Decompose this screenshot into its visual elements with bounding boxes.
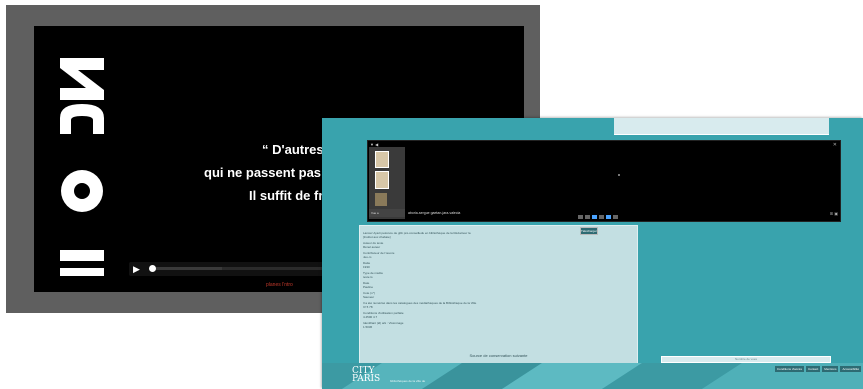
- metadata-line: Sauveur: [363, 295, 375, 299]
- player-controls: ▶: [129, 262, 329, 276]
- viewer-caption: aboria-sergue gaetan-jara-valecia: [408, 211, 461, 215]
- page-indicator[interactable]: [592, 215, 597, 219]
- metadata-line: 1930: [363, 265, 370, 269]
- seek-bar[interactable]: [151, 267, 329, 270]
- next-page-button[interactable]: [599, 215, 604, 219]
- thumbnail-page[interactable]: [375, 193, 387, 206]
- metadata-line: Rénel auteur: [363, 245, 381, 249]
- metadata-line: Il a été numérisé dans les catalogues de…: [363, 301, 477, 305]
- metadata-panel: Lancez Ayazi pelocure de gbb pré-conseil…: [359, 225, 638, 365]
- last-page-button[interactable]: [613, 215, 618, 219]
- metadata-line: 1.5036: [363, 325, 373, 329]
- red-caption: planes l'ntro: [266, 282, 293, 288]
- metadata-line: Pauline: [363, 285, 374, 289]
- play-icon[interactable]: ▶: [133, 263, 140, 275]
- close-icon[interactable]: ✕: [833, 142, 837, 148]
- viewer-page-controls: [578, 215, 618, 219]
- first-page-button[interactable]: [578, 215, 583, 219]
- metadata-line: Jeu-m: [363, 255, 372, 259]
- seek-progress: [151, 267, 223, 270]
- metadata-line: texte ts: [363, 275, 373, 279]
- seek-handle[interactable]: [149, 265, 156, 272]
- document-viewer: ▼ ◀ ✕ Vue a aboria-sergue gaetan-jara-va…: [367, 140, 841, 222]
- metadata-line: IV 5 78: [363, 305, 373, 309]
- views-count-box: Nombre de vues: [661, 356, 831, 363]
- view-select[interactable]: Vue a: [369, 209, 405, 217]
- site-footer: CITY PARIS bibliothèques de la ville de …: [322, 363, 863, 389]
- metadata-line: [Institut aux chabaie]: [363, 235, 391, 239]
- footer-link[interactable]: Conditions d'accès: [774, 366, 804, 372]
- footer-logo-subtitle: bibliothèques de la ville de: [390, 379, 426, 383]
- library-viewer-screenshot: ▼ ◀ ✕ Vue a aboria-sergue gaetan-jara-va…: [322, 118, 863, 389]
- download-button[interactable]: Télécharger: [580, 227, 598, 235]
- top-search-box[interactable]: [614, 118, 829, 135]
- logo-line-2: PARIS: [352, 374, 381, 384]
- fullscreen-icon[interactable]: ⊞ ▣: [830, 211, 838, 216]
- footer-link[interactable]: Contact: [805, 366, 821, 372]
- inoui-logo: [60, 58, 104, 276]
- thumbnail-page[interactable]: [375, 151, 389, 168]
- prev-page-button[interactable]: [585, 215, 590, 219]
- panel-footer[interactable]: Source de conservation suivante: [360, 353, 637, 358]
- zoom-button[interactable]: [606, 215, 611, 219]
- thumbnail-page[interactable]: [375, 171, 389, 189]
- quote-line-2: qui ne passent pas er: [204, 165, 337, 180]
- viewer-cursor: [618, 174, 620, 176]
- footer-links: Conditions d'accès Contact Mentions Acce…: [774, 366, 861, 372]
- metadata-line: 4.4500 4.7: [363, 315, 378, 319]
- footer-logo[interactable]: CITY PARIS: [352, 367, 381, 384]
- footer-link[interactable]: Mentions: [822, 366, 839, 372]
- footer-link[interactable]: Accessibilité: [840, 366, 861, 372]
